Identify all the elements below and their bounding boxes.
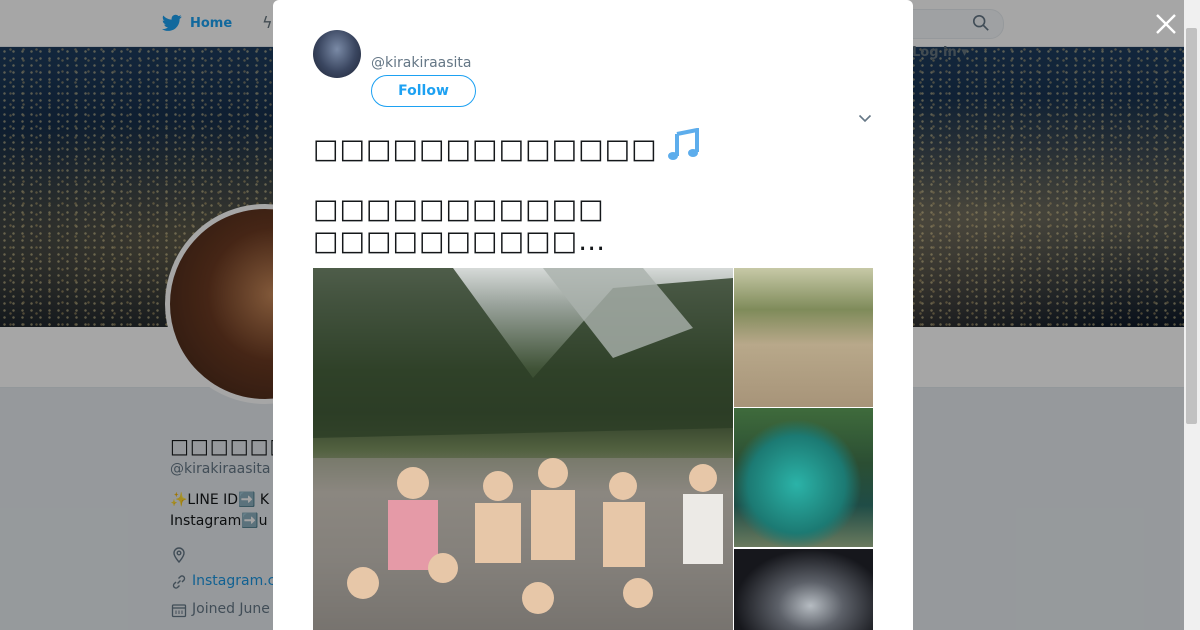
close-icon	[1156, 14, 1176, 34]
tweet-text: □□□□□□□□□□□□□	[313, 134, 658, 165]
chevron-down-icon[interactable]	[857, 110, 873, 126]
tweet-text-line: □□□□□□□□□□□	[313, 194, 605, 225]
tweet-author-handle[interactable]: @kirakiraasita	[371, 55, 472, 71]
close-button[interactable]	[1152, 10, 1180, 38]
scrollbar-thumb[interactable]	[1186, 28, 1197, 424]
tweet-text-line: □□□□□□□□□□…	[313, 226, 607, 257]
tweet-photo-lake[interactable]	[734, 408, 873, 547]
tweet-photo-cliff[interactable]	[734, 268, 873, 407]
tweet-text-line: □□□□□□□□□□□□□	[313, 128, 703, 165]
tweet-author-avatar[interactable]	[313, 30, 361, 78]
musical-notes-icon	[668, 128, 700, 160]
tweet-photo-night[interactable]	[734, 549, 873, 630]
tweet-modal: @kirakiraasita Follow □□□□□□□□□□□□□ □□□□…	[273, 0, 913, 630]
tweet-photo-group-river[interactable]	[313, 268, 733, 630]
follow-button[interactable]: Follow	[371, 75, 476, 107]
photo-content	[313, 268, 733, 630]
